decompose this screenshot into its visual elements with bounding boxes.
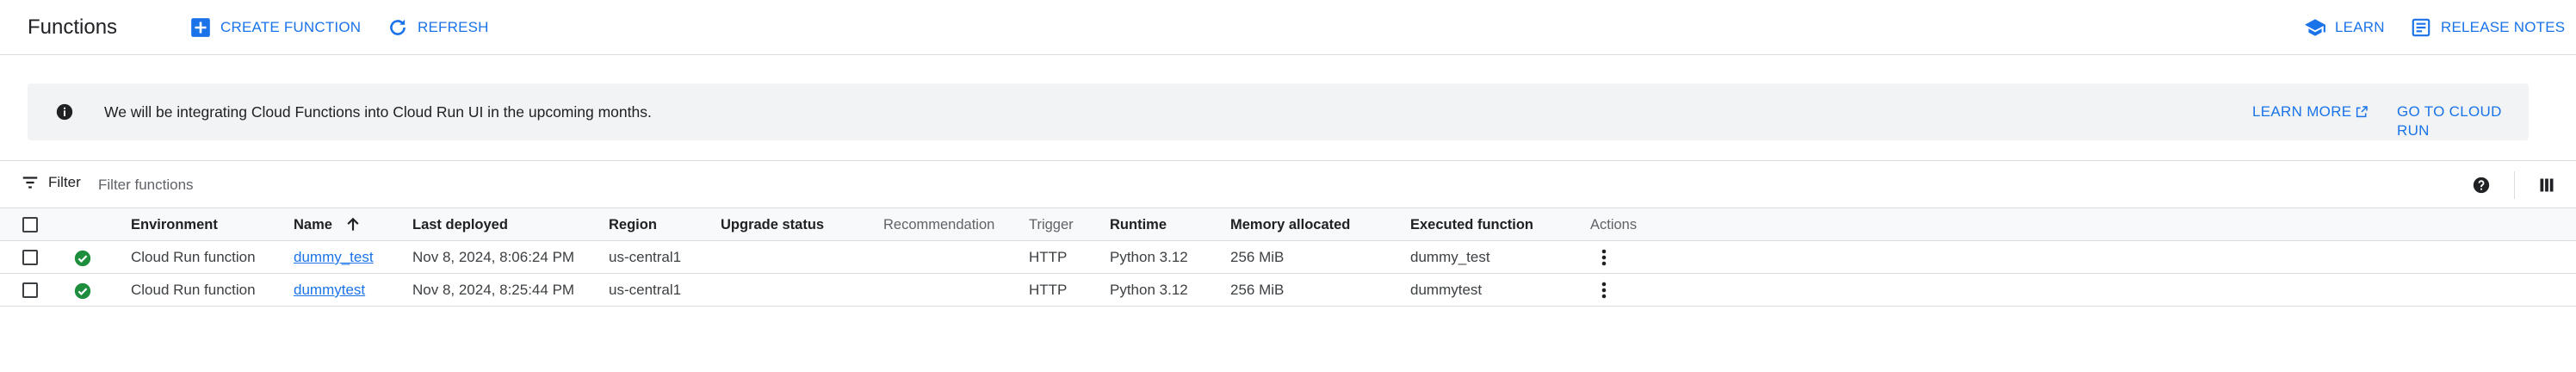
help-icon[interactable] [2473, 177, 2490, 194]
table-row: Cloud Run function dummytest Nov 8, 2024… [0, 274, 2576, 307]
column-header-upgrade-status: Upgrade status [721, 217, 825, 232]
create-function-button[interactable]: CREATE FUNCTION [189, 14, 361, 41]
row-checkbox[interactable] [22, 250, 38, 265]
info-icon [56, 103, 73, 121]
column-header-name[interactable]: Name [294, 208, 362, 241]
function-name-link[interactable]: dummy_test [294, 241, 374, 274]
notes-icon [2412, 18, 2430, 37]
column-header-executed-function: Executed function [1410, 217, 1534, 232]
cell-last-deployed: Nov 8, 2024, 8:06:24 PM [412, 249, 575, 265]
column-picker-icon[interactable] [2538, 177, 2555, 194]
column-header-runtime: Runtime [1110, 217, 1167, 232]
learn-button[interactable]: LEARN [2304, 14, 2385, 41]
refresh-icon [390, 19, 406, 35]
learn-more-label: LEARN MORE [2252, 103, 2352, 120]
cell-executed-function: dummy_test [1410, 249, 1490, 265]
go-to-cloud-run-label: GO TO CLOUD RUN [2397, 103, 2502, 139]
create-function-label: CREATE FUNCTION [220, 19, 362, 35]
toolbar-divider [2514, 171, 2515, 199]
column-header-environment: Environment [131, 217, 218, 232]
table-header: Environment Name Last deployed Region Up… [0, 208, 2576, 241]
page-header: Functions CREATE FUNCTION REFRESH LEARN … [0, 0, 2576, 55]
column-header-last-deployed: Last deployed [412, 217, 508, 232]
arrow-up-icon [347, 217, 359, 231]
cell-runtime: Python 3.12 [1110, 249, 1188, 265]
filter-list-icon [22, 177, 38, 189]
cell-trigger: HTTP [1029, 282, 1068, 298]
filter-bar: Filter [0, 160, 2576, 208]
cell-environment: Cloud Run function [131, 282, 256, 298]
cell-trigger: HTTP [1029, 249, 1068, 265]
row-checkbox[interactable] [22, 282, 38, 298]
banner-message: We will be integrating Cloud Functions i… [104, 103, 652, 121]
select-all-checkbox[interactable] [22, 217, 38, 232]
cell-memory: 256 MiB [1230, 249, 1285, 265]
refresh-label: REFRESH [418, 19, 489, 35]
more-vert-icon[interactable] [1594, 280, 1614, 301]
function-name-link[interactable]: dummytest [294, 274, 365, 307]
column-header-memory: Memory allocated [1230, 217, 1351, 232]
column-header-region: Region [609, 217, 657, 232]
cell-environment: Cloud Run function [131, 249, 256, 265]
add-box-icon [191, 18, 210, 37]
check-circle-icon [74, 282, 91, 300]
filter-input[interactable] [96, 171, 2424, 199]
column-header-recommendation: Recommendation [883, 217, 995, 232]
refresh-button[interactable]: REFRESH [387, 14, 489, 41]
cell-region: us-central1 [609, 249, 682, 265]
cell-last-deployed: Nov 8, 2024, 8:25:44 PM [412, 282, 575, 298]
school-icon [2305, 19, 2325, 36]
cell-executed-function: dummytest [1410, 282, 1483, 298]
cell-region: us-central1 [609, 282, 682, 298]
learn-label: LEARN [2335, 19, 2385, 35]
learn-more-link[interactable]: LEARN MORE [2252, 102, 2369, 121]
go-to-cloud-run-link[interactable]: GO TO CLOUD RUN [2397, 102, 2529, 140]
column-header-actions: Actions [1590, 217, 1638, 232]
info-banner: We will be integrating Cloud Functions i… [28, 84, 2529, 140]
check-circle-icon [74, 250, 91, 267]
column-header-name-label: Name [294, 217, 332, 232]
table-row: Cloud Run function dummy_test Nov 8, 202… [0, 241, 2576, 274]
filter-button[interactable]: Filter [21, 173, 81, 192]
release-notes-button[interactable]: RELEASE NOTES [2410, 14, 2565, 41]
more-vert-icon[interactable] [1594, 247, 1614, 268]
page-title: Functions [28, 16, 118, 39]
filter-label: Filter [48, 174, 81, 190]
column-header-trigger: Trigger [1029, 217, 1074, 232]
release-notes-label: RELEASE NOTES [2441, 19, 2566, 35]
cell-runtime: Python 3.12 [1110, 282, 1188, 298]
open-in-new-icon [2356, 106, 2369, 118]
cell-memory: 256 MiB [1230, 282, 1285, 298]
